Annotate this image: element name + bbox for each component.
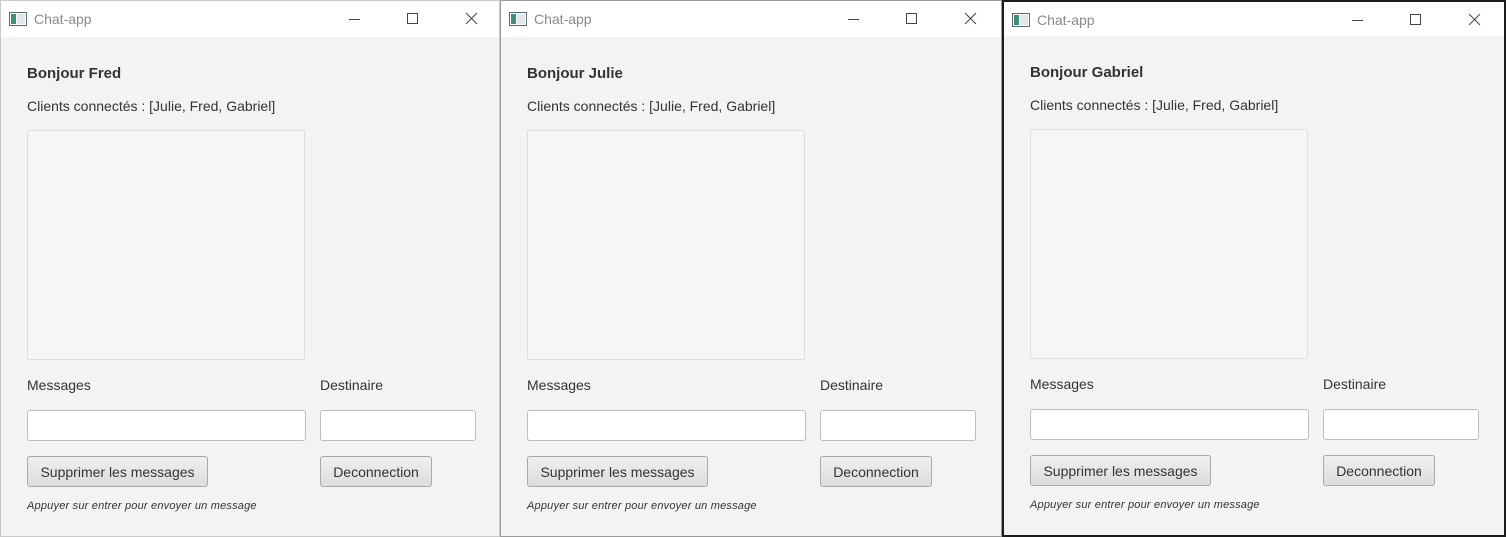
disconnect-button[interactable]: Deconnection	[820, 456, 932, 487]
maximize-icon[interactable]	[403, 10, 423, 28]
connected-clients-label: Clients connectés : [Julie, Fred, Gabrie…	[527, 98, 776, 114]
greeting-title: Bonjour Gabriel	[1030, 64, 1144, 81]
recipient-label: Destinaire	[320, 377, 384, 393]
send-hint: Appuyer sur entrer pour envoyer un messa…	[527, 500, 757, 512]
title-bar[interactable]: Chat-app	[1, 1, 499, 37]
greeting-title: Bonjour Julie	[527, 65, 623, 82]
disconnect-button[interactable]: Deconnection	[320, 456, 432, 487]
window-content: Bonjour Fred Clients connectés : [Julie,…	[1, 37, 499, 536]
window-title: Chat-app	[1037, 12, 1095, 28]
connected-clients-label: Clients connectés : [Julie, Fred, Gabrie…	[27, 98, 276, 114]
window-content: Bonjour Julie Clients connectés : [Julie…	[501, 37, 1001, 536]
recipient-input[interactable]	[1323, 409, 1479, 440]
messages-label: Messages	[1030, 376, 1094, 392]
send-hint: Appuyer sur entrer pour envoyer un messa…	[1030, 499, 1260, 511]
close-icon[interactable]	[1465, 11, 1485, 29]
minimize-icon[interactable]	[844, 10, 864, 28]
close-icon[interactable]	[462, 10, 482, 28]
connected-clients-label: Clients connectés : [Julie, Fred, Gabrie…	[1030, 97, 1279, 113]
recipient-label: Destinaire	[820, 377, 884, 393]
message-input[interactable]	[27, 410, 306, 441]
clear-messages-button[interactable]: Supprimer les messages	[1030, 455, 1211, 486]
window-title: Chat-app	[534, 11, 592, 27]
message-input[interactable]	[1030, 409, 1309, 440]
messages-label: Messages	[27, 377, 91, 393]
maximize-icon[interactable]	[1406, 11, 1426, 29]
messages-list[interactable]	[1030, 129, 1308, 359]
recipient-input[interactable]	[320, 410, 476, 441]
title-bar[interactable]: Chat-app	[501, 1, 1001, 37]
maximize-icon[interactable]	[902, 10, 922, 28]
messages-list[interactable]	[527, 130, 805, 360]
chat-window-fred: Chat-app Bonjour Fred Clients connectés …	[0, 0, 500, 537]
title-bar[interactable]: Chat-app	[1004, 2, 1504, 36]
messages-label: Messages	[527, 377, 591, 393]
minimize-icon[interactable]	[1348, 11, 1368, 29]
chat-window-gabriel: Chat-app Bonjour Gabriel Clients connect…	[1002, 0, 1506, 537]
chat-window-julie: Chat-app Bonjour Julie Clients connectés…	[500, 0, 1002, 537]
app-window-icon	[9, 12, 27, 26]
window-content: Bonjour Gabriel Clients connectés : [Jul…	[1004, 36, 1504, 535]
app-window-icon	[509, 12, 527, 26]
window-title: Chat-app	[34, 11, 92, 27]
clear-messages-button[interactable]: Supprimer les messages	[527, 456, 708, 487]
message-input[interactable]	[527, 410, 806, 441]
recipient-input[interactable]	[820, 410, 976, 441]
messages-list[interactable]	[27, 130, 305, 360]
clear-messages-button[interactable]: Supprimer les messages	[27, 456, 208, 487]
greeting-title: Bonjour Fred	[27, 65, 122, 82]
send-hint: Appuyer sur entrer pour envoyer un messa…	[27, 500, 257, 512]
close-icon[interactable]	[961, 10, 981, 28]
app-window-icon	[1012, 13, 1030, 27]
disconnect-button[interactable]: Deconnection	[1323, 455, 1435, 486]
recipient-label: Destinaire	[1323, 376, 1387, 392]
minimize-icon[interactable]	[345, 10, 365, 28]
